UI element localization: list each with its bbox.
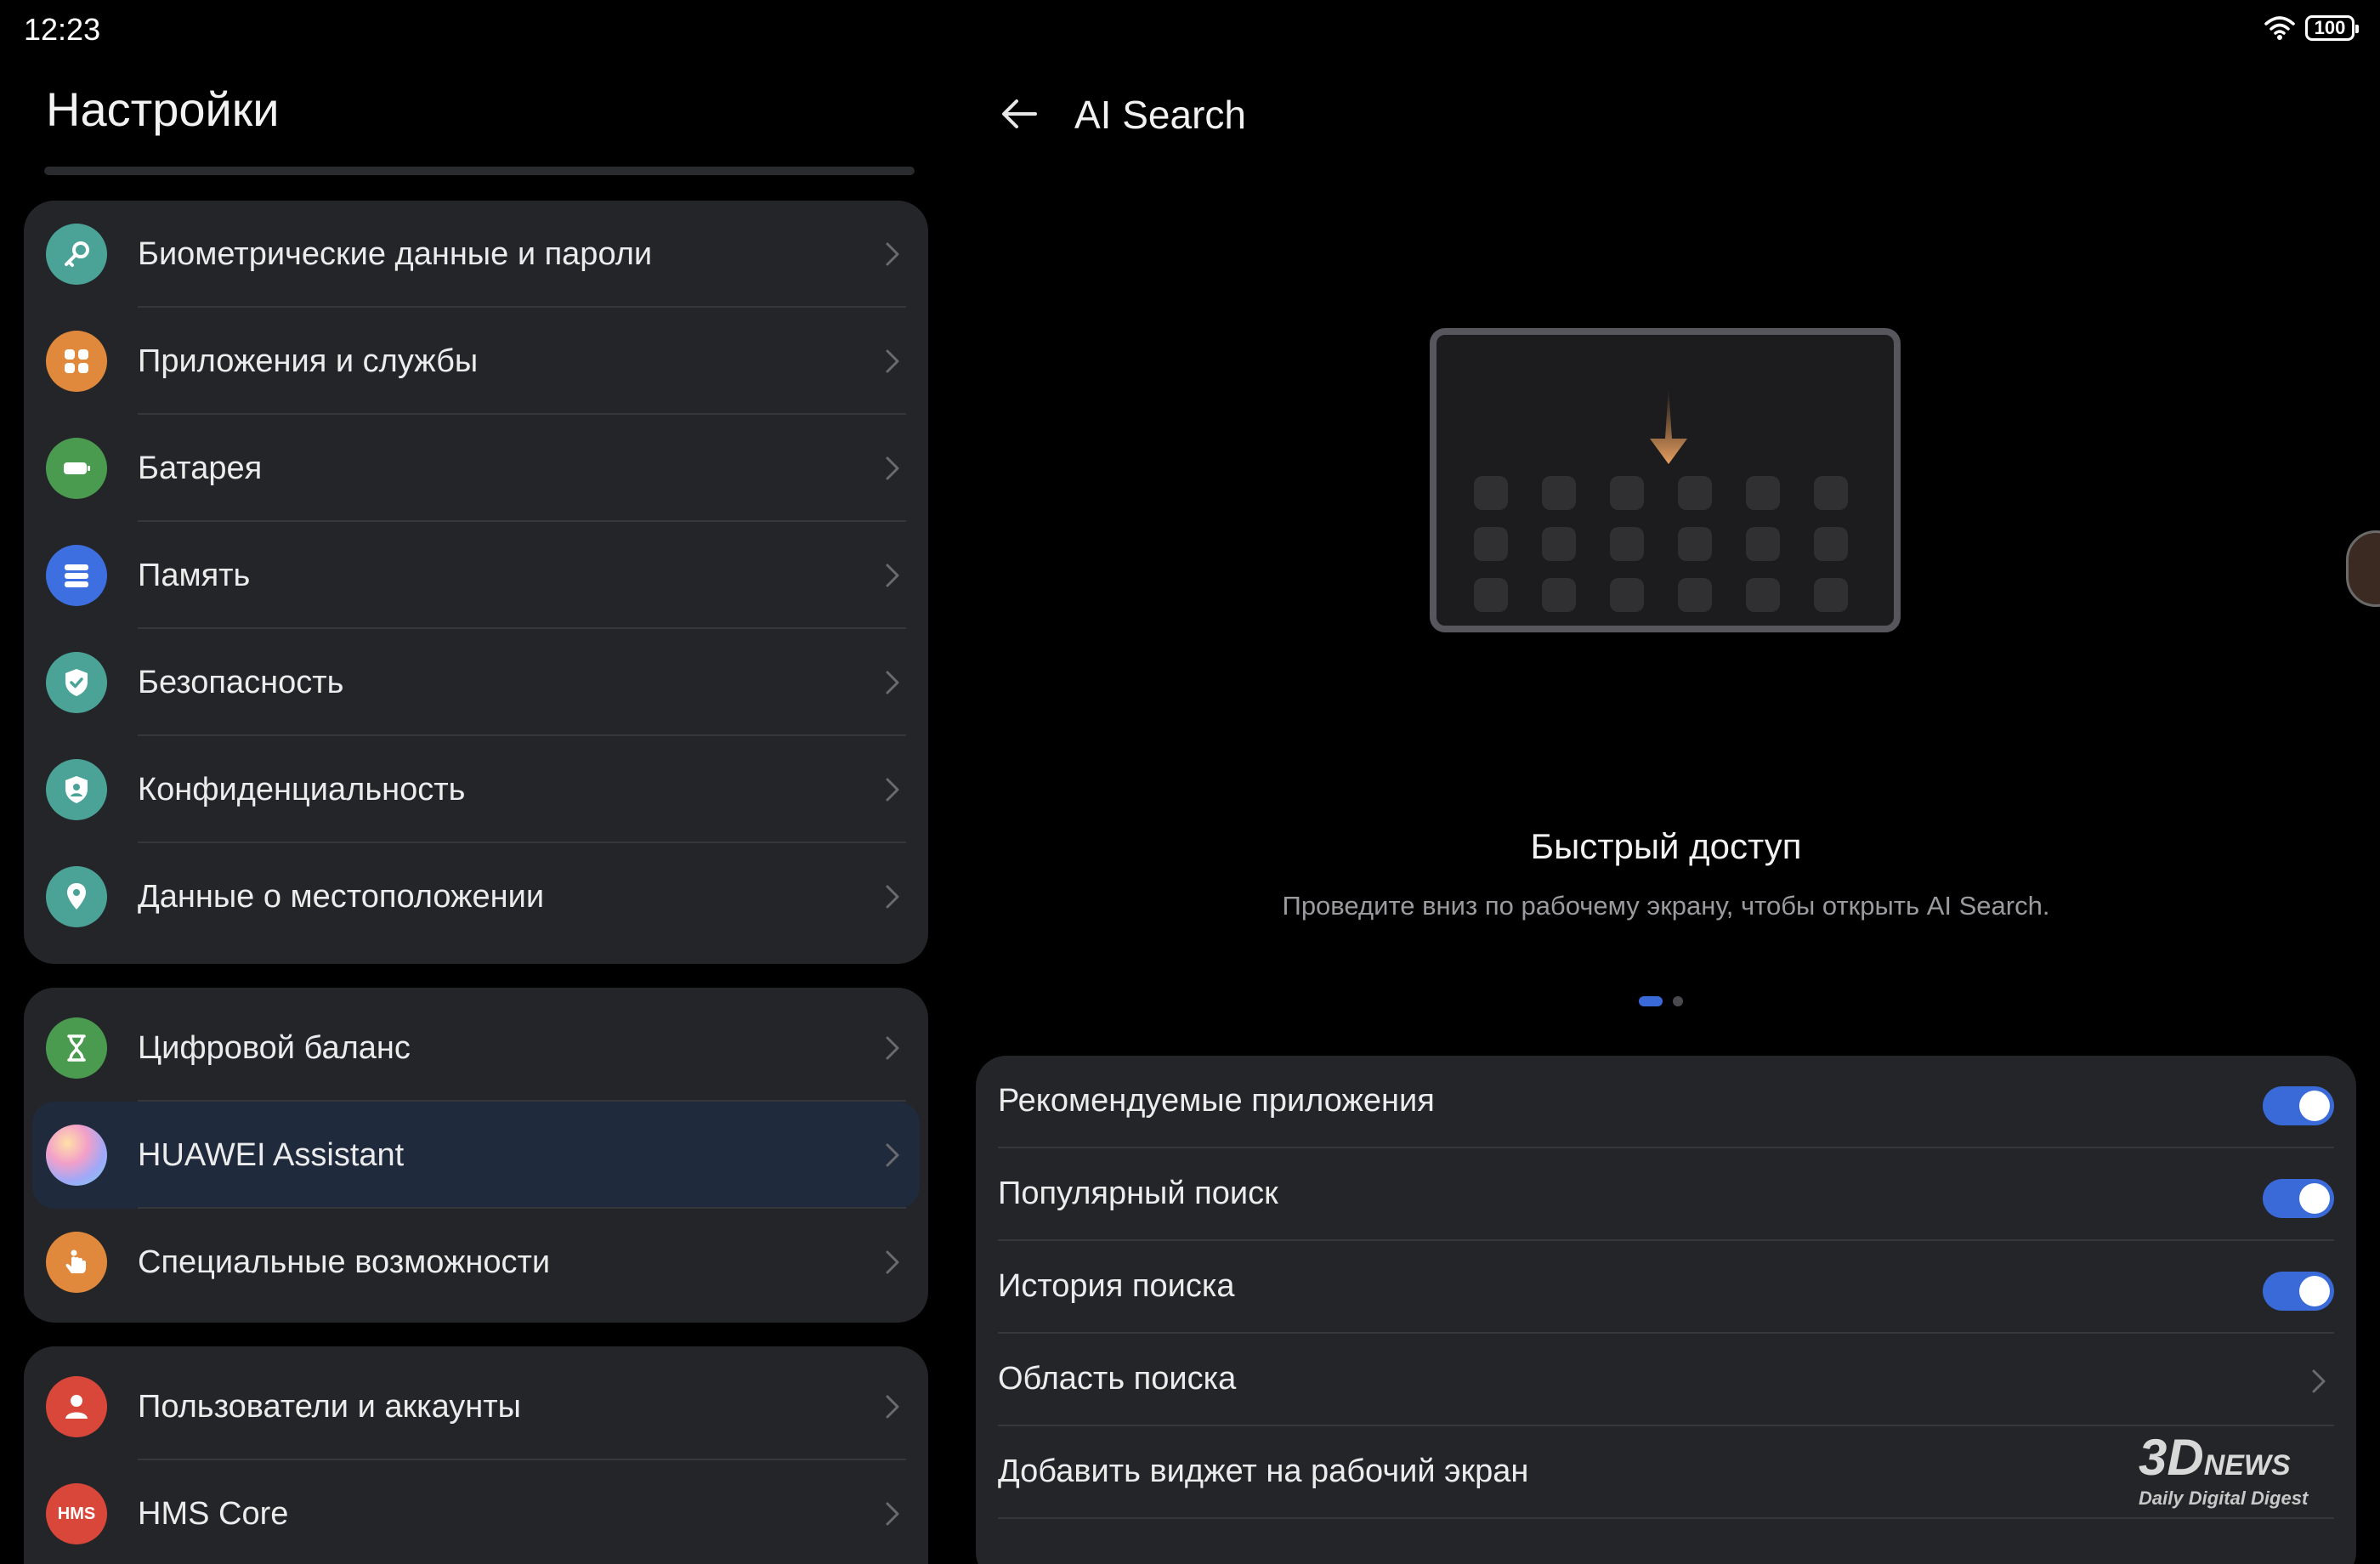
wifi-icon — [2264, 16, 2295, 40]
watermark-brand-suffix: NEWS — [2203, 1449, 2291, 1482]
assistant-orb-icon — [46, 1125, 107, 1186]
chevron-right-icon — [886, 349, 899, 373]
back-arrow-icon[interactable] — [994, 88, 1046, 139]
sidebar-item-hms-core[interactable]: HMS HMS Core — [24, 1460, 928, 1564]
battery-icon: 100 — [2305, 15, 2359, 41]
setting-label: Популярный поиск — [998, 1176, 1278, 1211]
sidebar-item-biometrics[interactable]: Биометрические данные и пароли — [24, 201, 928, 308]
storage-icon — [46, 545, 107, 606]
toggle-knob — [2299, 1091, 2330, 1121]
popular-search-toggle[interactable] — [2263, 1179, 2334, 1218]
sidebar-item-accessibility[interactable]: Специальные возможности — [24, 1209, 928, 1316]
quick-access-subtitle: Проведите вниз по рабочему экрану, чтобы… — [1282, 891, 2050, 921]
hourglass-icon — [46, 1017, 107, 1079]
chevron-right-icon — [2312, 1369, 2326, 1393]
sidebar-item-label: HMS Core — [138, 1495, 289, 1532]
settings-group-2: Цифровой баланс HUAWEI Assistant Специал… — [24, 988, 928, 1323]
user-icon — [46, 1376, 107, 1437]
sidebar-item-apps[interactable]: Приложения и службы — [24, 308, 928, 415]
sidebar-item-storage[interactable]: Память — [24, 522, 928, 629]
page-indicator-dot[interactable] — [1673, 996, 1683, 1006]
sidebar-item-label: Конфиденциальность — [138, 771, 466, 808]
key-icon — [46, 224, 107, 285]
privacy-shield-icon — [46, 759, 107, 820]
chevron-right-icon — [886, 1502, 899, 1526]
chevron-right-icon — [886, 242, 899, 266]
sidebar-item-label: Память — [138, 557, 251, 593]
setting-search-scope[interactable]: Область поиска — [998, 1334, 2334, 1426]
sidebar-item-label: Безопасность — [138, 664, 344, 700]
settings-title: Настройки — [46, 82, 280, 136]
sidebar-item-users-accounts[interactable]: Пользователи и аккаунты — [24, 1353, 928, 1460]
sidebar-item-huawei-assistant[interactable]: HUAWEI Assistant — [32, 1102, 920, 1209]
settings-group-1: Биометрические данные и пароли Приложени… — [24, 201, 928, 964]
setting-search-history[interactable]: История поиска — [998, 1241, 2334, 1334]
hms-icon-text: HMS — [57, 1504, 96, 1523]
chevron-right-icon — [886, 456, 899, 480]
chevron-right-icon — [886, 1395, 899, 1419]
setting-label: Добавить виджет на рабочий экран — [998, 1454, 1529, 1489]
chevron-right-icon — [886, 564, 899, 587]
status-icons: 100 — [2264, 15, 2359, 41]
status-time: 12:23 — [24, 12, 101, 47]
battery-icon — [46, 438, 107, 499]
sidebar-item-location[interactable]: Данные о местоположении — [24, 843, 928, 950]
battery-level: 100 — [2314, 17, 2346, 38]
sidebar-item-label: Батарея — [138, 450, 263, 486]
page-indicator[interactable] — [1639, 996, 1683, 1006]
chevron-right-icon — [886, 885, 899, 909]
sidebar-item-label: Цифровой баланс — [138, 1029, 411, 1066]
hand-icon — [46, 1232, 107, 1293]
chevron-right-icon — [886, 778, 899, 802]
chevron-right-icon — [886, 1250, 899, 1274]
watermark-tagline: Daily Digital Digest — [2139, 1488, 2309, 1509]
swipe-down-illustration — [1430, 328, 1901, 632]
sidebar-item-privacy[interactable]: Конфиденциальность — [24, 736, 928, 843]
toggle-knob — [2299, 1183, 2330, 1214]
sidebar-item-digital-balance[interactable]: Цифровой баланс — [24, 994, 928, 1102]
watermark-logo: 3DNEWS — [2139, 1428, 2291, 1487]
3dnews-watermark: 3DNEWS Daily Digital Digest — [2125, 1414, 2354, 1516]
down-arrow-icon — [1650, 388, 1687, 464]
search-history-toggle[interactable] — [2263, 1272, 2334, 1311]
sidebar-item-label: Биометрические данные и пароли — [138, 235, 653, 272]
setting-label: Область поиска — [998, 1361, 1237, 1397]
page-title: AI Search — [1074, 93, 1246, 137]
sidebar-item-label: Данные о местоположении — [138, 878, 545, 915]
sidebar-item-battery[interactable]: Батарея — [24, 415, 928, 522]
chevron-right-icon — [886, 1036, 899, 1060]
recommended-apps-toggle[interactable] — [2263, 1086, 2334, 1125]
page-indicator-dot-active[interactable] — [1639, 996, 1663, 1006]
quick-access-title: Быстрый доступ — [1530, 826, 1802, 866]
sidebar-item-security[interactable]: Безопасность — [24, 629, 928, 736]
sidebar-item-label: Специальные возможности — [138, 1244, 551, 1280]
sidebar-item-label: Пользователи и аккаунты — [138, 1388, 521, 1425]
location-pin-icon — [46, 866, 107, 927]
divider — [998, 1517, 2334, 1519]
shield-icon — [46, 652, 107, 713]
setting-label: История поиска — [998, 1268, 1235, 1304]
chevron-right-icon — [886, 1143, 899, 1167]
setting-popular-search[interactable]: Популярный поиск — [998, 1148, 2334, 1241]
apps-icon — [46, 331, 107, 392]
sidebar-item-label: HUAWEI Assistant — [138, 1136, 405, 1173]
side-panel-handle[interactable] — [2346, 530, 2380, 607]
setting-recommended-apps[interactable]: Рекомендуемые приложения — [998, 1056, 2334, 1148]
search-bar-edge — [44, 167, 915, 175]
settings-group-3: Пользователи и аккаунты HMS HMS Core — [24, 1346, 928, 1564]
setting-label: Рекомендуемые приложения — [998, 1083, 1435, 1119]
toggle-knob — [2299, 1276, 2330, 1306]
watermark-brand: 3D — [2139, 1429, 2204, 1486]
app-icon-grid — [1474, 476, 1848, 612]
sidebar-item-label: Приложения и службы — [138, 343, 479, 379]
chevron-right-icon — [886, 671, 899, 694]
hms-icon: HMS — [46, 1483, 107, 1544]
